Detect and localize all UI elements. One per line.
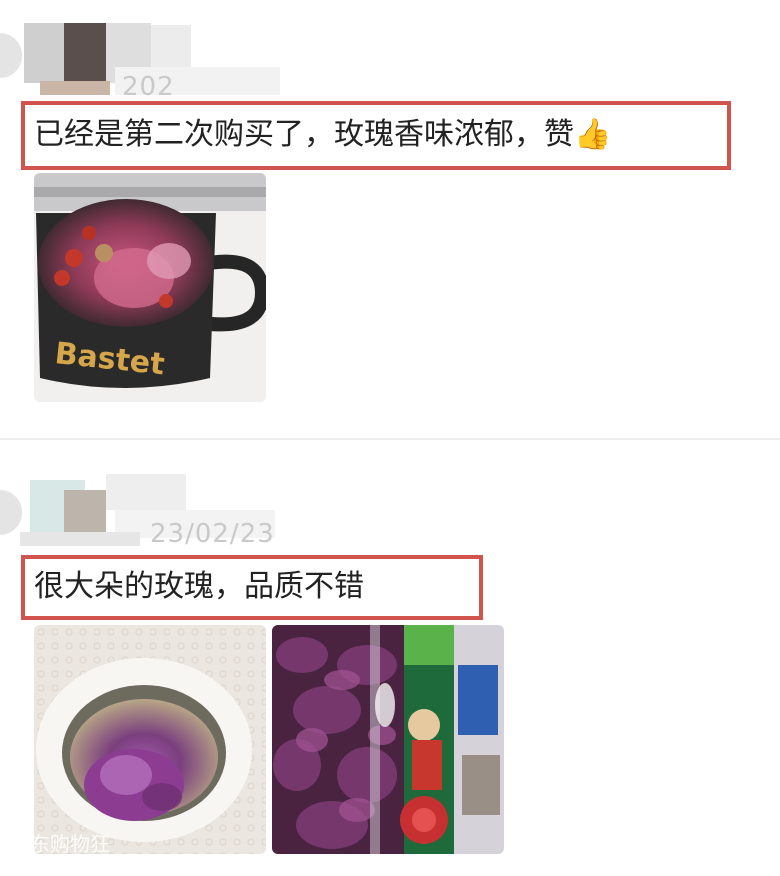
review-photo[interactable] [272,625,504,854]
bottle-image [272,625,504,854]
thumbs-up-icon: 👍 [574,117,612,152]
review-date: 23/02/23 [150,519,275,549]
review-photo[interactable]: Bastet [34,173,266,402]
avatar[interactable] [0,33,22,78]
mug-image: Bastet [34,173,266,402]
watermark: 东购物狂 [34,832,110,854]
review-date: 202 [122,72,175,102]
review-text: 已经是第二次购买了，玫瑰香味浓郁，赞👍 [34,114,611,156]
review-photo[interactable]: 东购物狂 [34,625,266,854]
review-text-content: 已经是第二次购买了，玫瑰香味浓郁，赞 [34,117,574,152]
divider [0,438,780,440]
cup-image: 东购物狂 [34,625,266,854]
review-text: 很大朵的玫瑰，品质不错 [34,569,364,604]
avatar[interactable] [0,490,22,535]
